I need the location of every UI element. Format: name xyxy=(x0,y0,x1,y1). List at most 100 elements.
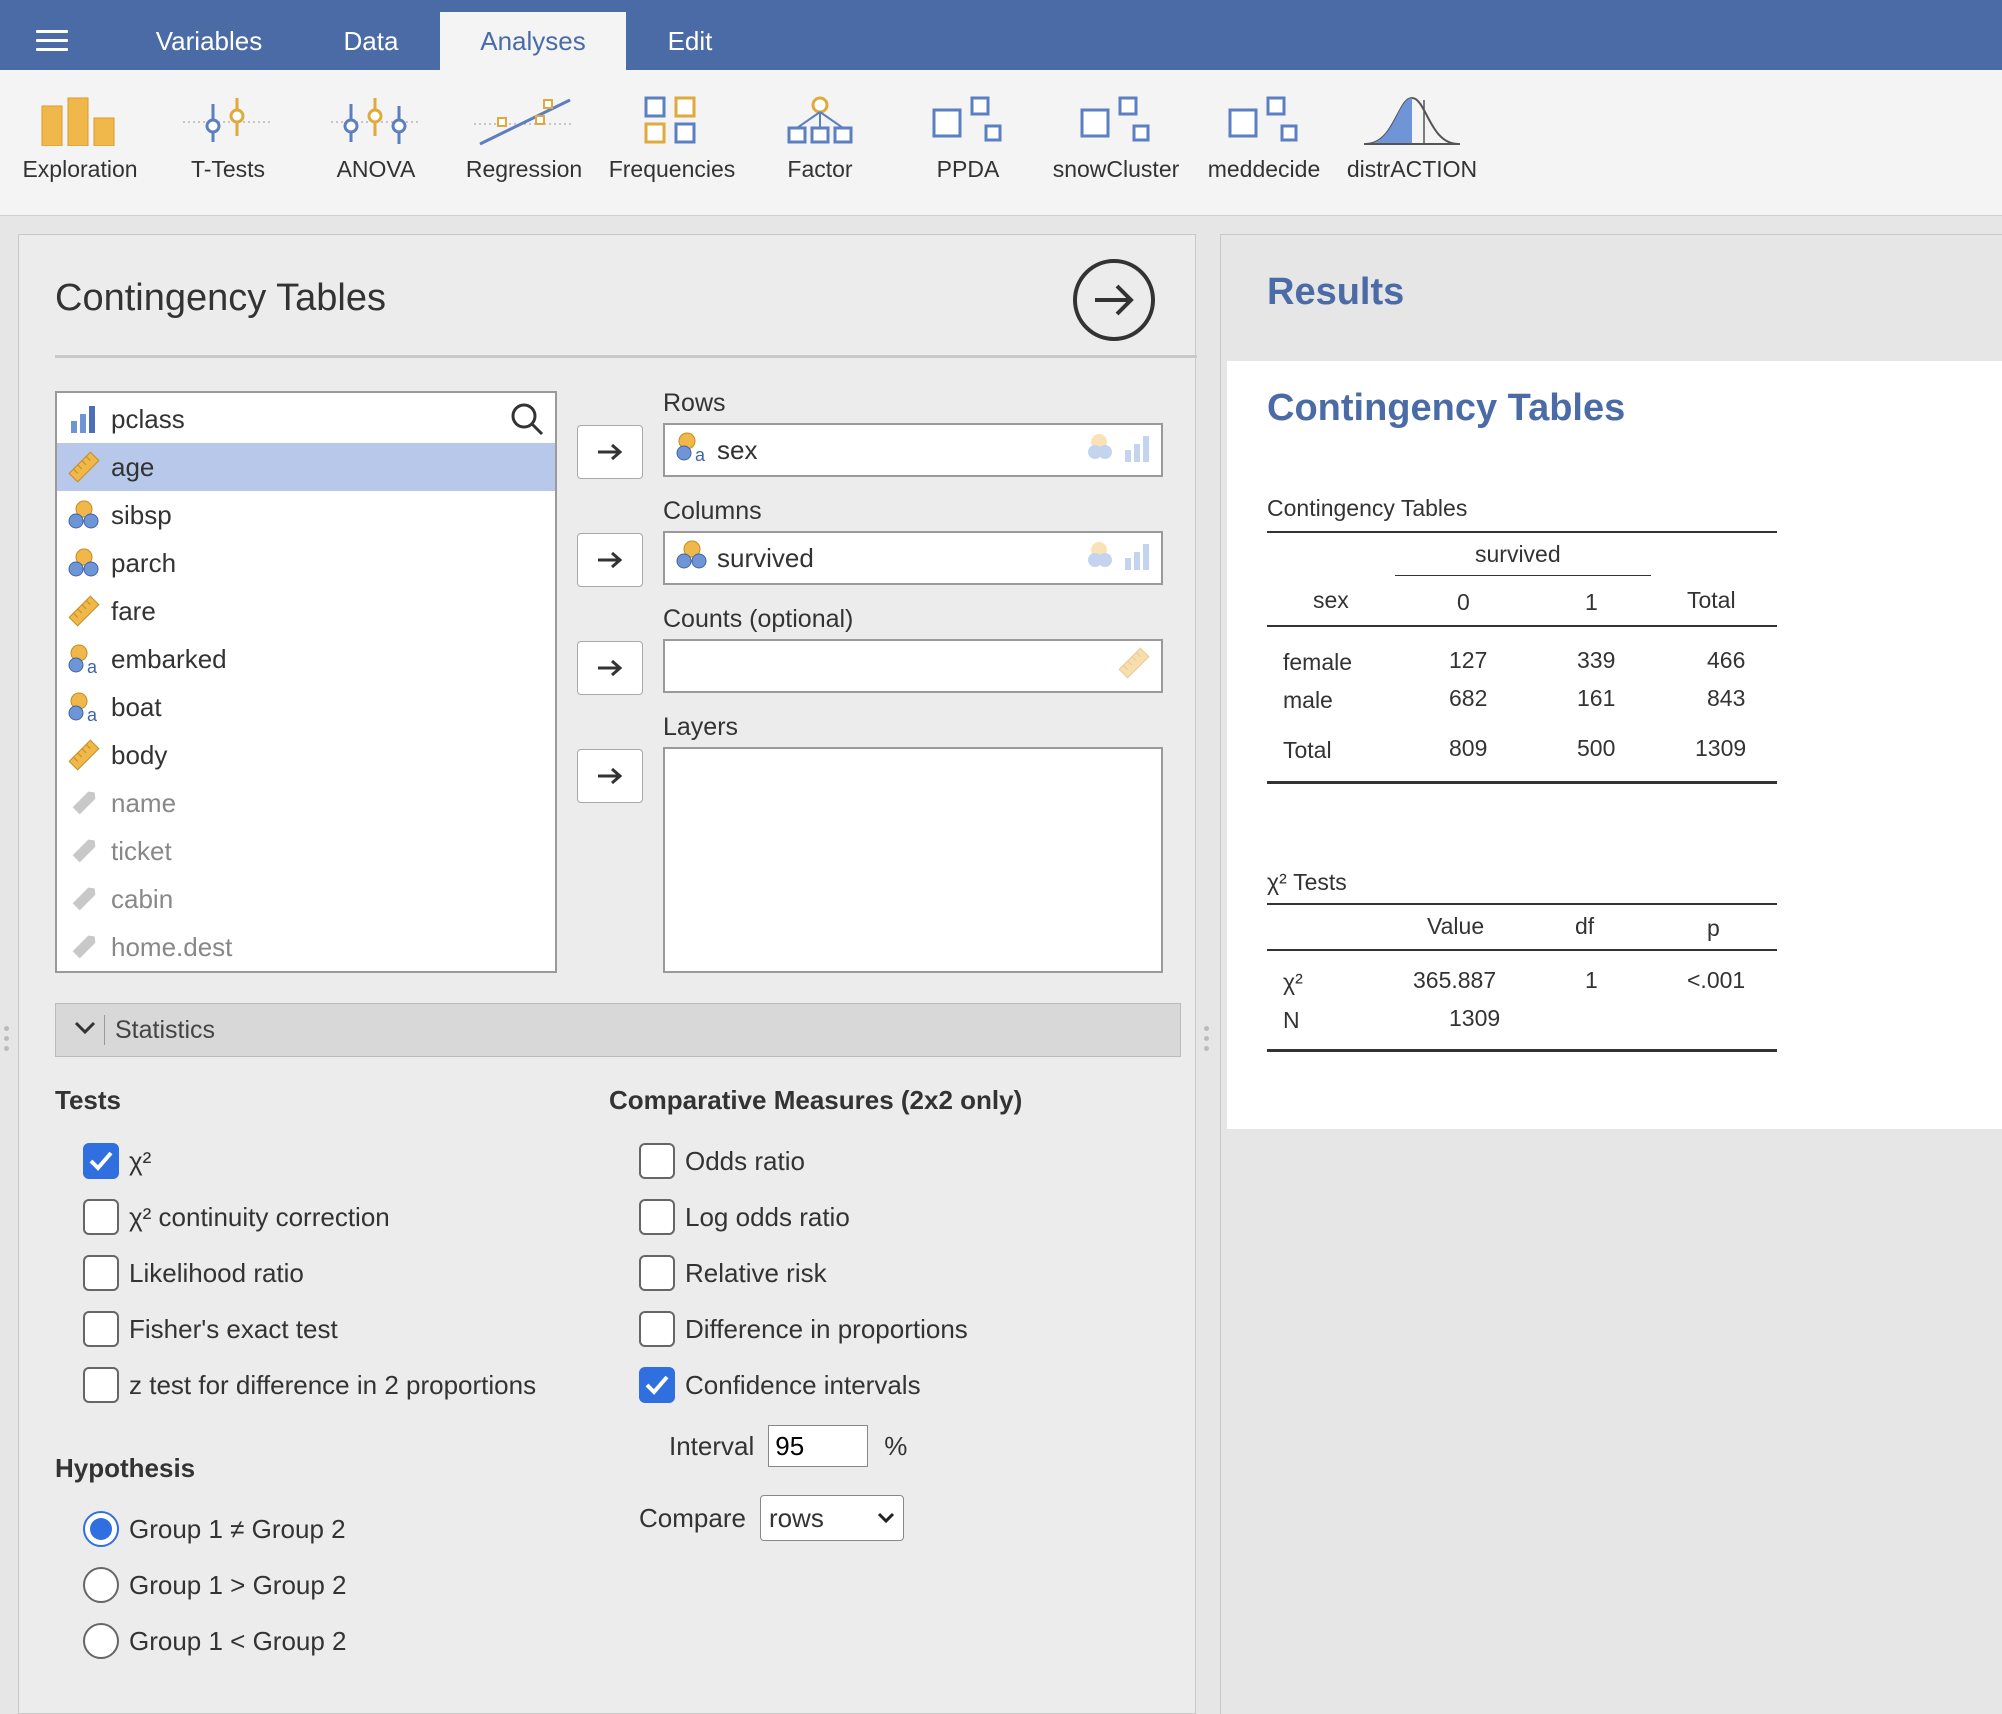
radio-button[interactable] xyxy=(83,1511,119,1547)
toolbar-regression[interactable]: Regression xyxy=(454,70,594,216)
tab-analyses[interactable]: Analyses xyxy=(440,12,626,70)
columns-label: Columns xyxy=(663,497,762,525)
rows-drop-box[interactable]: a sex xyxy=(663,423,1163,477)
move-to-rows-button[interactable] xyxy=(577,425,643,479)
variable-name: boat xyxy=(111,691,162,722)
hypothesis-option-2[interactable]: Group 1 < Group 2 xyxy=(83,1623,347,1659)
test-option-3[interactable]: Fisher's exact test xyxy=(83,1311,338,1347)
arrow-right-circle-icon xyxy=(1095,284,1134,316)
toolbar-snowcluster[interactable]: snowCluster xyxy=(1046,70,1186,216)
comparative-option-1[interactable]: Log odds ratio xyxy=(639,1199,850,1235)
table-rule xyxy=(1267,949,1777,951)
toolbar-label: T-Tests xyxy=(190,156,266,182)
move-to-columns-button[interactable] xyxy=(577,533,643,587)
test-option-2[interactable]: Likelihood ratio xyxy=(83,1255,304,1291)
option-label: Relative risk xyxy=(685,1257,827,1288)
hypothesis-option-1[interactable]: Group 1 > Group 2 xyxy=(83,1567,347,1603)
variable-item-ticket[interactable]: ticket xyxy=(57,827,555,875)
tab-variables[interactable]: Variables xyxy=(130,12,288,70)
checkbox[interactable] xyxy=(83,1255,119,1291)
panel-splitter-handle[interactable] xyxy=(1204,1026,1210,1056)
move-to-layers-button[interactable] xyxy=(577,749,643,803)
checkbox[interactable] xyxy=(639,1311,675,1347)
option-label: Group 1 < Group 2 xyxy=(129,1625,347,1656)
variable-item-fare[interactable]: fare xyxy=(57,587,555,635)
rows-label: Rows xyxy=(663,389,726,417)
toolbar-distraction[interactable]: distrACTION xyxy=(1342,70,1482,216)
factor-icon xyxy=(787,96,853,144)
toolbar-ppda[interactable]: PPDA xyxy=(898,70,1038,216)
option-label: Likelihood ratio xyxy=(129,1257,304,1288)
columns-drop-box[interactable]: survived xyxy=(663,531,1163,585)
comparative-option-3[interactable]: Difference in proportions xyxy=(639,1311,968,1347)
table-cell: 809 xyxy=(1449,735,1488,761)
counts-label: Counts (optional) xyxy=(663,605,854,633)
checkbox[interactable] xyxy=(83,1143,119,1179)
toolbar-frequencies[interactable]: Frequencies xyxy=(602,70,742,216)
radio-button[interactable] xyxy=(83,1567,119,1603)
table-cell: <.001 xyxy=(1687,967,1746,993)
left-splitter-handle[interactable] xyxy=(4,1026,10,1056)
toolbar-factor[interactable]: Factor xyxy=(750,70,890,216)
checkbox[interactable] xyxy=(83,1367,119,1403)
interval-input[interactable] xyxy=(768,1425,869,1467)
interval-row: Interval % xyxy=(669,1425,907,1467)
variable-name: cabin xyxy=(111,883,174,914)
toolbar-anova[interactable]: ANOVA xyxy=(306,70,446,216)
comparative-option-4[interactable]: Confidence intervals xyxy=(639,1367,921,1403)
nominal-text-icon: a xyxy=(675,431,709,470)
toolbar-meddecide[interactable]: meddecide xyxy=(1194,70,1334,216)
arrow-right-icon xyxy=(598,767,623,785)
toolbar-exploration[interactable]: Exploration xyxy=(10,70,150,216)
variable-item-boat[interactable]: a boat xyxy=(57,683,555,731)
toolbar-label: snowCluster xyxy=(1052,156,1180,182)
nominal-icon xyxy=(67,546,101,580)
option-label: χ² continuity correction xyxy=(129,1201,390,1232)
test-option-0[interactable]: χ² xyxy=(83,1143,151,1179)
test-option-4[interactable]: z test for difference in 2 proportions xyxy=(83,1367,536,1403)
run-arrow-button[interactable] xyxy=(1073,259,1155,341)
variable-item-embarked[interactable]: a embarked xyxy=(57,635,555,683)
variable-item-name[interactable]: name xyxy=(57,779,555,827)
variable-item-parch[interactable]: parch xyxy=(57,539,555,587)
variable-list[interactable]: pclass age sibsp parch fare a embarked a boat bod… xyxy=(55,391,557,973)
table-rule xyxy=(1267,625,1777,627)
row-label: female xyxy=(1283,649,1353,675)
checkbox[interactable] xyxy=(639,1143,675,1179)
variable-item-cabin[interactable]: cabin xyxy=(57,875,555,923)
top-menu-bar: Variables Data Analyses Edit xyxy=(0,0,2002,70)
comparative-option-2[interactable]: Relative risk xyxy=(639,1255,827,1291)
variable-item-sibsp[interactable]: sibsp xyxy=(57,491,555,539)
variable-item-home-dest[interactable]: home.dest xyxy=(57,923,555,971)
statistics-section-header[interactable]: Statistics xyxy=(55,1003,1181,1057)
ruler-icon xyxy=(67,450,101,484)
hamburger-menu-icon[interactable] xyxy=(36,30,68,54)
toolbar-t-tests[interactable]: T-Tests xyxy=(158,70,298,216)
compare-select[interactable]: rows xyxy=(759,1495,904,1541)
checkmark-icon xyxy=(89,1151,113,1171)
move-to-counts-button[interactable] xyxy=(577,641,643,695)
variable-item-body[interactable]: body xyxy=(57,731,555,779)
checkbox[interactable] xyxy=(639,1367,675,1403)
checkbox[interactable] xyxy=(639,1199,675,1235)
nominal-text-icon: a xyxy=(67,690,101,724)
layers-drop-box[interactable] xyxy=(663,747,1163,973)
test-option-1[interactable]: χ² continuity correction xyxy=(83,1199,390,1235)
variable-item-age[interactable]: age xyxy=(57,443,555,491)
table-title: Contingency Tables xyxy=(1267,495,1468,521)
variable-name: age xyxy=(111,451,155,482)
counts-drop-box[interactable] xyxy=(663,639,1163,693)
option-label: Confidence intervals xyxy=(685,1369,921,1400)
checkbox[interactable] xyxy=(639,1255,675,1291)
checkbox[interactable] xyxy=(83,1199,119,1235)
hypothesis-option-0[interactable]: Group 1 ≠ Group 2 xyxy=(83,1511,346,1547)
radio-button[interactable] xyxy=(83,1623,119,1659)
table-rule xyxy=(1267,531,1777,533)
results-title: Results xyxy=(1267,271,1405,313)
tab-data[interactable]: Data xyxy=(308,12,434,70)
comparative-option-0[interactable]: Odds ratio xyxy=(639,1143,805,1179)
results-panel: Results Contingency Tables Contingency T… xyxy=(1220,234,2002,1714)
variable-item-pclass[interactable]: pclass xyxy=(57,395,555,443)
tab-edit[interactable]: Edit xyxy=(640,12,740,70)
checkbox[interactable] xyxy=(83,1311,119,1347)
